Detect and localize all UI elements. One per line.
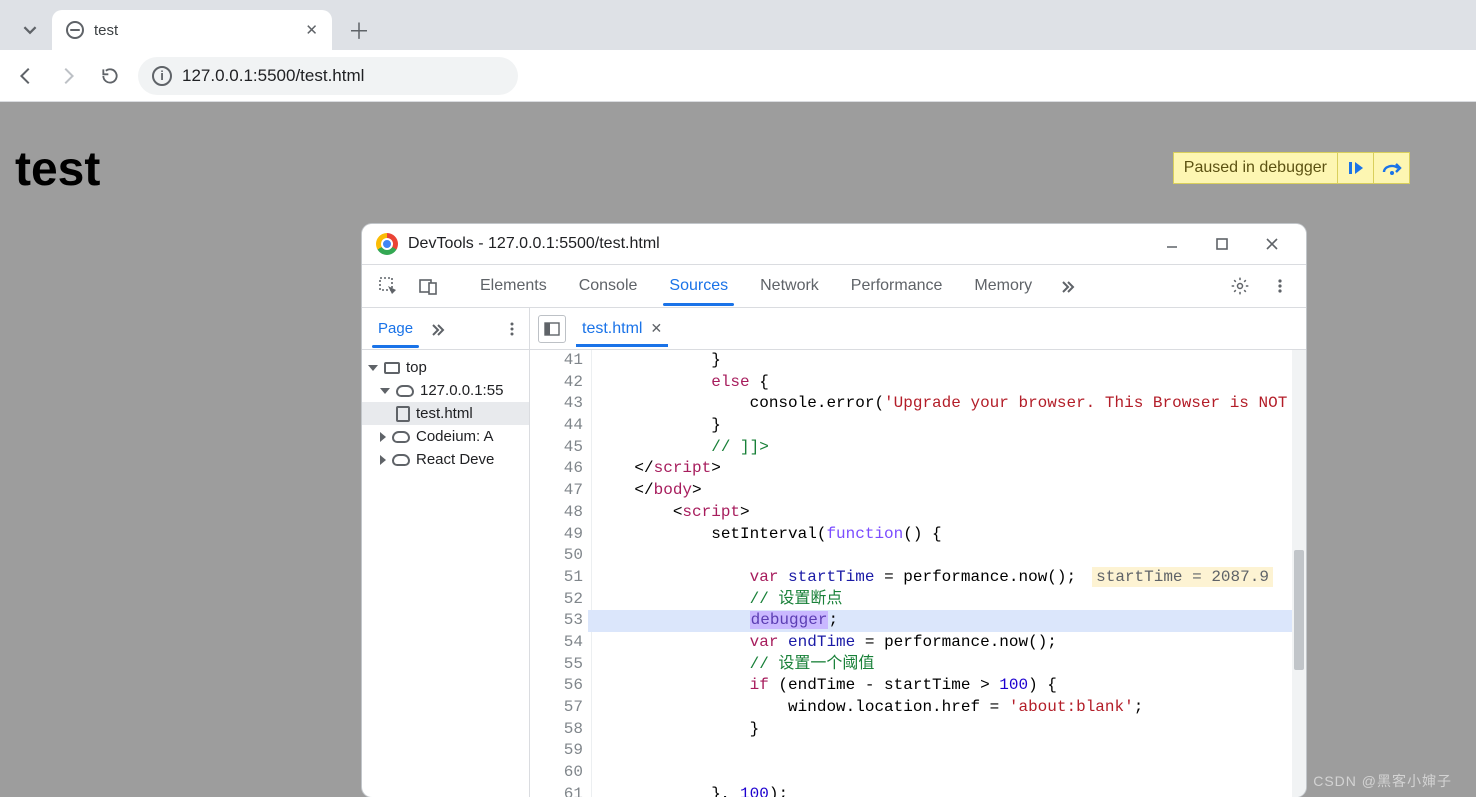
file-navigator: Page top 127.0.0.1:55 test.html Codeium:… — [362, 308, 530, 797]
tab-performance[interactable]: Performance — [837, 267, 957, 305]
globe-icon — [66, 21, 84, 39]
code-editor[interactable]: 4142434445464748495051525354555657585960… — [530, 350, 1306, 797]
cloud-icon — [392, 431, 410, 443]
cloud-icon — [392, 454, 410, 466]
file-icon — [396, 406, 410, 422]
tab-title: test — [94, 22, 295, 39]
url-text: 127.0.0.1:5500/test.html — [182, 66, 364, 86]
tree-ext-codeium[interactable]: Codeium: A — [362, 425, 529, 448]
watermark: CSDN @黑客小婶子 — [1313, 771, 1452, 791]
address-bar[interactable]: i 127.0.0.1:5500/test.html — [138, 57, 518, 95]
paused-text: Paused in debugger — [1174, 153, 1337, 183]
file-tab-test-html[interactable]: test.html ✕ — [572, 312, 672, 346]
navigator-menu-button[interactable] — [495, 321, 529, 337]
tree-ext-react[interactable]: React Deve — [362, 448, 529, 471]
scrollbar-thumb[interactable] — [1294, 550, 1304, 670]
tree-file-test-html[interactable]: test.html — [362, 402, 529, 425]
devtools-title: DevTools - 127.0.0.1:5500/test.html — [408, 235, 660, 253]
tab-sources[interactable]: Sources — [655, 267, 742, 305]
forward-button[interactable] — [54, 62, 82, 90]
sources-body: Page top 127.0.0.1:55 test.html Codeium:… — [362, 308, 1306, 797]
reload-button[interactable] — [96, 62, 124, 90]
close-window-button[interactable] — [1252, 224, 1292, 264]
back-button[interactable] — [12, 62, 40, 90]
chrome-icon — [376, 233, 398, 255]
settings-button[interactable] — [1222, 268, 1258, 304]
editor-tabs: test.html ✕ — [530, 308, 1306, 350]
editor-panel: test.html ✕ 4142434445464748495051525354… — [530, 308, 1306, 797]
tab-search-button[interactable] — [8, 10, 52, 50]
tab-network[interactable]: Network — [746, 267, 833, 305]
browser-tab[interactable]: test ✕ — [52, 10, 332, 50]
page-heading: test — [15, 142, 100, 197]
tree-origin[interactable]: 127.0.0.1:55 — [362, 379, 529, 402]
browser-tab-strip: test ✕ ＋ — [0, 0, 1476, 50]
vertical-scrollbar[interactable] — [1292, 350, 1306, 797]
devtools-titlebar[interactable]: DevTools - 127.0.0.1:5500/test.html — [362, 224, 1306, 264]
devtools-tabs: Elements Console Sources Network Perform… — [362, 264, 1306, 308]
tree-top[interactable]: top — [362, 356, 529, 379]
code-lines[interactable]: } else { console.error('Upgrade your bro… — [592, 350, 1292, 797]
tab-elements[interactable]: Elements — [466, 267, 561, 305]
tab-console[interactable]: Console — [565, 267, 652, 305]
page-subtab[interactable]: Page — [368, 310, 423, 347]
resume-button[interactable] — [1337, 153, 1373, 183]
maximize-button[interactable] — [1202, 224, 1242, 264]
site-info-icon[interactable]: i — [152, 66, 172, 86]
debugger-paused-overlay: Paused in debugger — [1173, 152, 1410, 184]
line-gutter[interactable]: 4142434445464748495051525354555657585960… — [530, 350, 592, 797]
new-tab-button[interactable]: ＋ — [342, 13, 376, 47]
toggle-navigator-button[interactable] — [538, 315, 566, 343]
inspect-element-button[interactable] — [370, 268, 406, 304]
file-tree: top 127.0.0.1:55 test.html Codeium: A Re… — [362, 350, 529, 477]
minimize-button[interactable] — [1152, 224, 1192, 264]
cloud-icon — [396, 385, 414, 397]
frame-icon — [384, 362, 400, 374]
kebab-menu-button[interactable] — [1262, 268, 1298, 304]
devtools-window: DevTools - 127.0.0.1:5500/test.html Elem… — [362, 224, 1306, 797]
more-tabs-button[interactable] — [1050, 268, 1086, 304]
device-toolbar-button[interactable] — [410, 268, 446, 304]
tab-memory[interactable]: Memory — [960, 267, 1046, 305]
more-subtabs-button[interactable] — [423, 321, 453, 337]
browser-toolbar: i 127.0.0.1:5500/test.html — [0, 50, 1476, 102]
step-over-button[interactable] — [1373, 153, 1409, 183]
close-tab-button[interactable]: ✕ — [305, 21, 318, 39]
close-file-tab-button[interactable]: ✕ — [650, 320, 662, 337]
